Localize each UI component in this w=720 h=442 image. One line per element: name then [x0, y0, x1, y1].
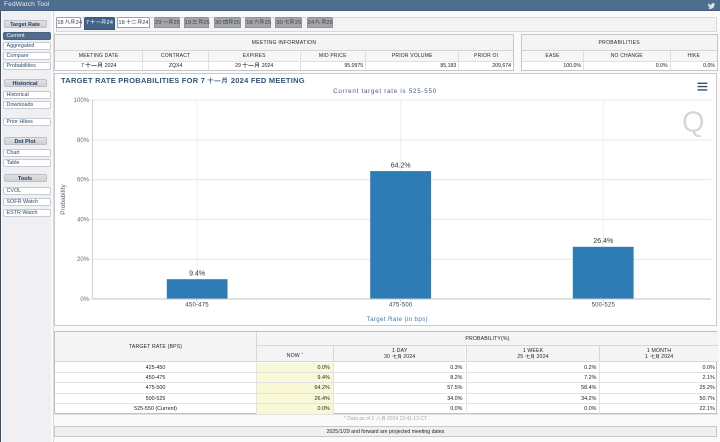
- svg-text:9.4%: 9.4%: [189, 270, 205, 277]
- svg-text:Probability: Probability: [60, 183, 67, 214]
- svg-text:20%: 20%: [77, 257, 90, 263]
- svg-text:64.2%: 64.2%: [391, 162, 411, 169]
- svg-text:500-525: 500-525: [592, 302, 616, 308]
- svg-text:60%: 60%: [77, 177, 90, 183]
- svg-text:80%: 80%: [77, 137, 90, 143]
- svg-text:475-500: 475-500: [389, 302, 413, 308]
- svg-text:40%: 40%: [77, 217, 90, 223]
- svg-text:Q: Q: [682, 106, 705, 138]
- svg-text:100%: 100%: [74, 98, 90, 104]
- svg-text:0%: 0%: [80, 296, 89, 302]
- svg-text:Target Rate (in bps): Target Rate (in bps): [367, 315, 428, 322]
- svg-text:450-475: 450-475: [185, 302, 209, 308]
- svg-text:26.4%: 26.4%: [593, 238, 613, 245]
